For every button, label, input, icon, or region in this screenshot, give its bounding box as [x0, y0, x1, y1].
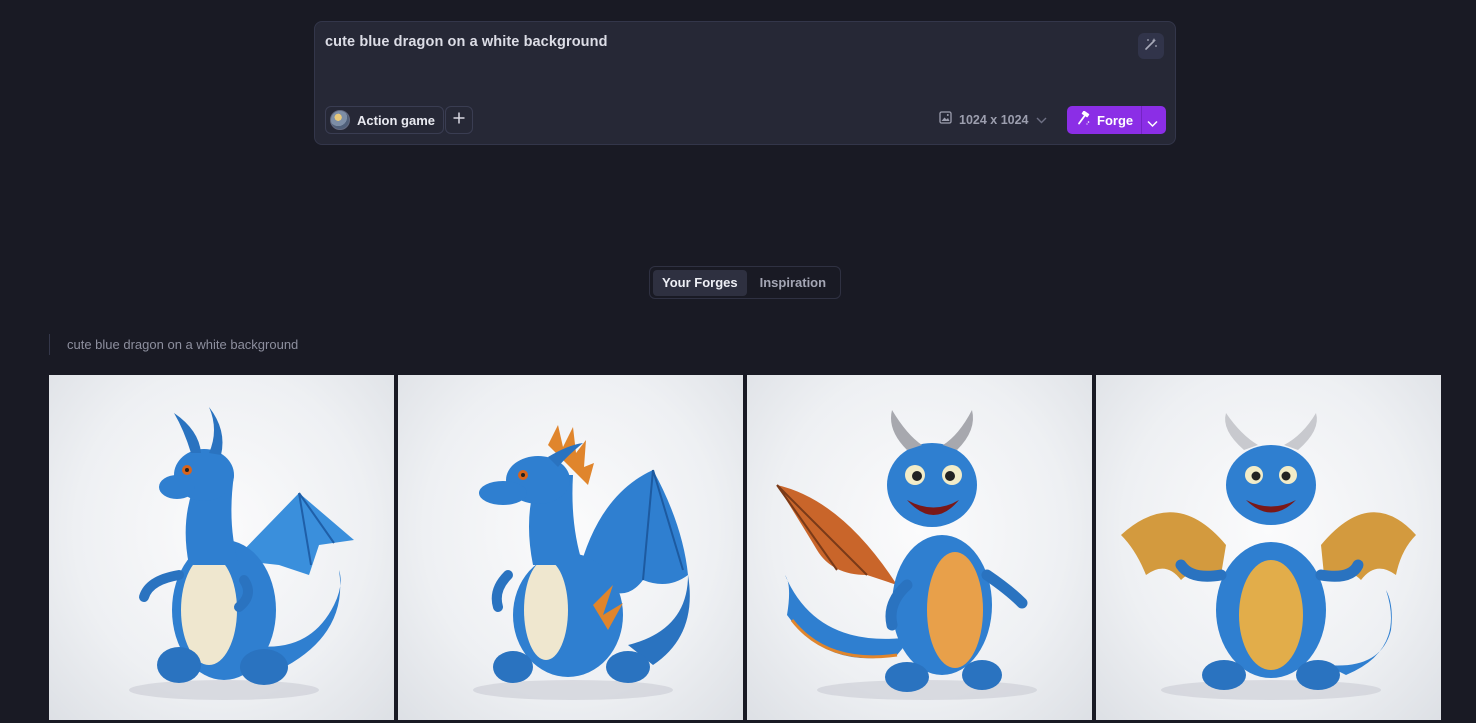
plus-icon	[453, 111, 465, 129]
image-grid	[49, 375, 1441, 720]
forge-label: Forge	[1097, 112, 1134, 128]
gallery-prompt-label: cute blue dragon on a white background	[49, 334, 298, 355]
hammer-icon	[1077, 110, 1091, 130]
image-size-label: 1024 x 1024	[959, 113, 1029, 127]
magic-wand-icon	[1144, 37, 1158, 56]
generated-image-3[interactable]	[747, 375, 1092, 720]
image-size-select[interactable]: 1024 x 1024	[939, 108, 1047, 132]
style-label: Action game	[357, 112, 436, 128]
style-avatar	[330, 110, 350, 130]
generated-image-4[interactable]	[1096, 375, 1441, 720]
chevron-down-icon	[1036, 111, 1047, 129]
forge-divider	[1141, 106, 1142, 134]
generated-image-2[interactable]	[398, 375, 743, 720]
enhance-prompt-button[interactable]	[1138, 33, 1164, 59]
image-icon	[939, 111, 952, 129]
prompt-box[interactable]: cute blue dragon on a white background A…	[314, 21, 1176, 145]
generated-image-1[interactable]	[49, 375, 394, 720]
chevron-down-icon[interactable]	[1147, 115, 1158, 133]
tab-inspiration[interactable]: Inspiration	[751, 270, 835, 296]
add-style-button[interactable]	[445, 106, 473, 134]
style-chip[interactable]: Action game	[325, 106, 445, 134]
tab-your-forges[interactable]: Your Forges	[653, 269, 747, 296]
gallery-tabs: Your Forges Inspiration	[649, 266, 841, 299]
prompt-input[interactable]: cute blue dragon on a white background	[325, 34, 608, 50]
forge-button[interactable]: Forge	[1067, 106, 1166, 134]
